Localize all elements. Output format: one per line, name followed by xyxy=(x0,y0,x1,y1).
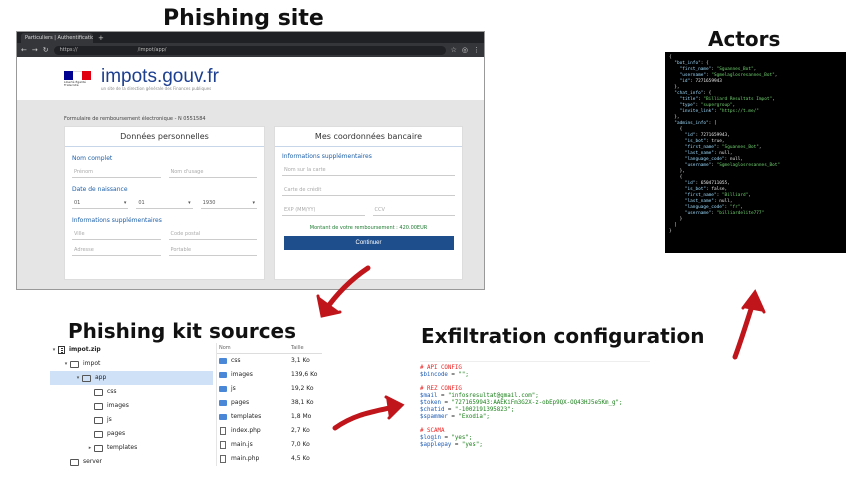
arrow-config-to-actors xyxy=(732,289,766,360)
arrow-kit-to-config xyxy=(332,395,405,431)
flow-arrows xyxy=(316,265,766,431)
arrow-site-to-kit xyxy=(316,265,371,318)
